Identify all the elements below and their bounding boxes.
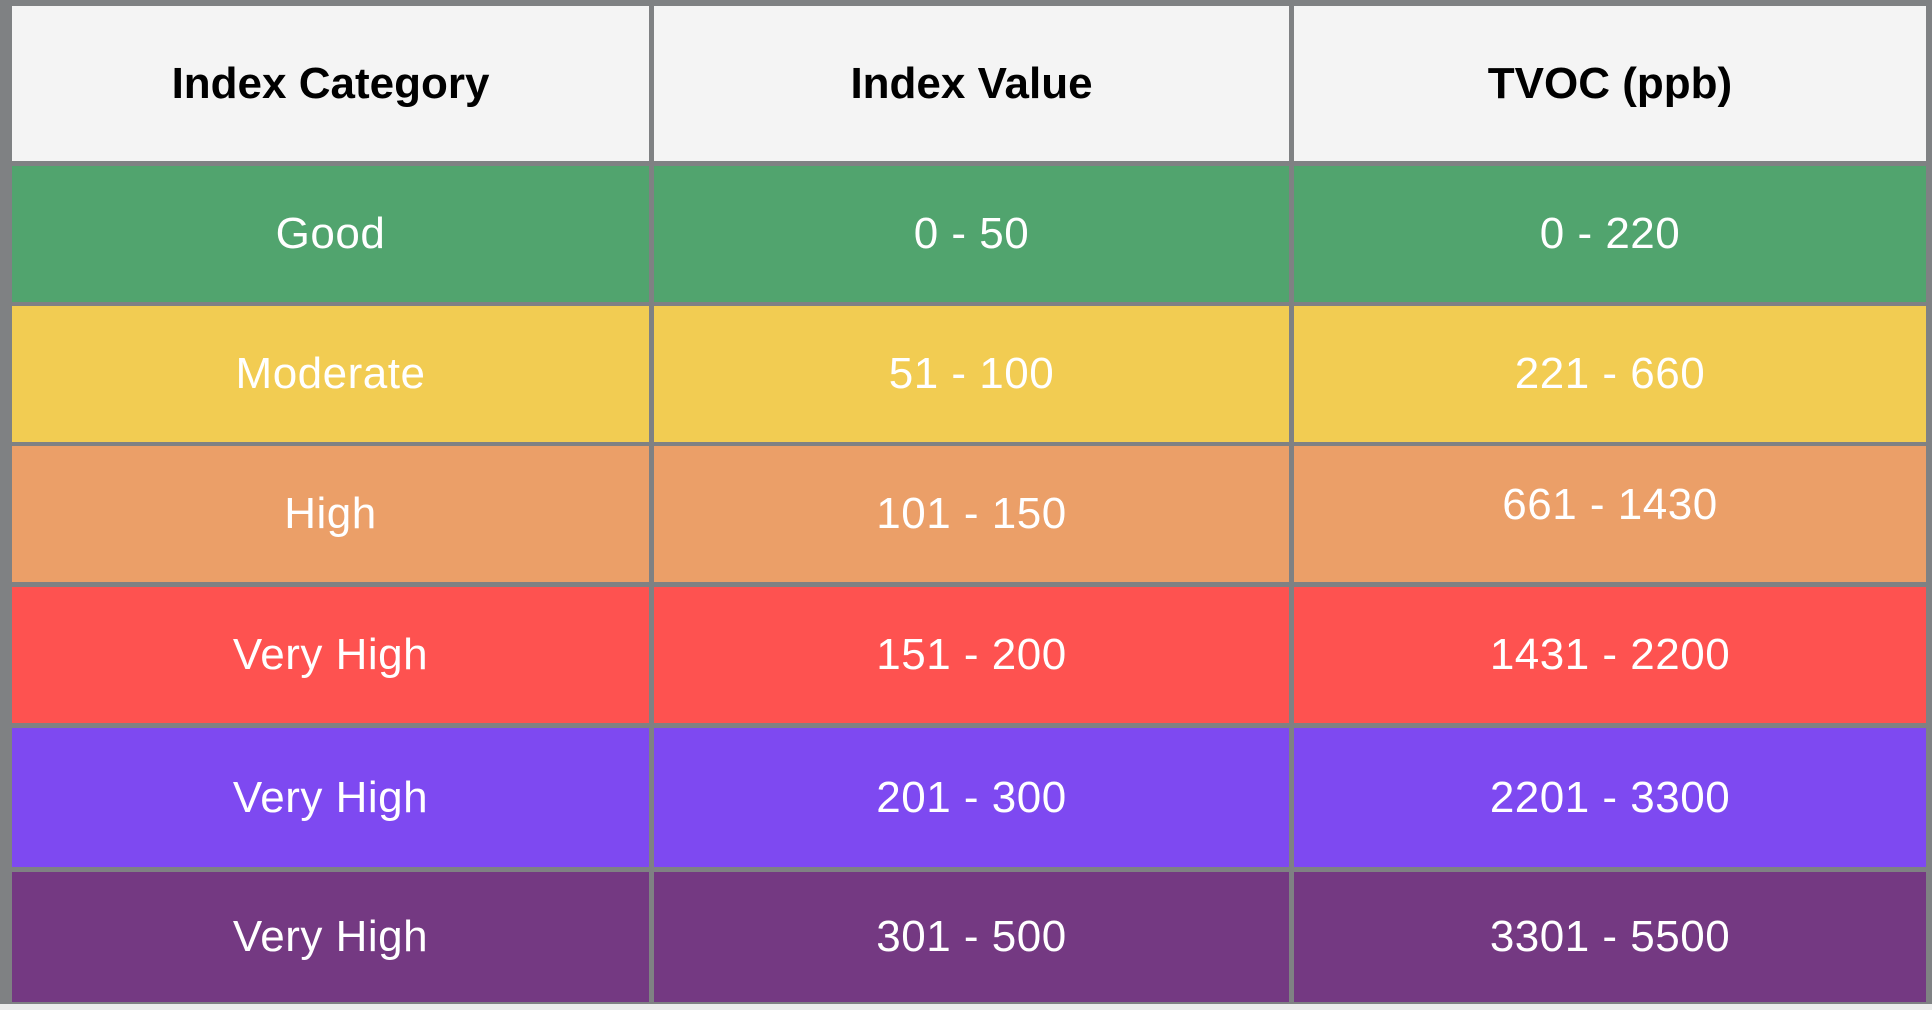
- table-row: Moderate 51 - 100 221 - 660: [12, 306, 1926, 442]
- header-row: Index Category Index Value TVOC (ppb): [12, 6, 1926, 161]
- tvoc-cell: 221 - 660: [1294, 306, 1926, 442]
- table-row: Very High 201 - 300 2201 - 3300: [12, 728, 1926, 867]
- tvoc-cell: 3301 - 5500: [1294, 872, 1926, 1002]
- header-tvoc: TVOC (ppb): [1294, 6, 1926, 161]
- category-cell: Very High: [12, 728, 649, 867]
- index-value-cell: 51 - 100: [654, 306, 1289, 442]
- category-cell: Very High: [12, 587, 649, 723]
- table-row: High 101 - 150 661 - 1430: [12, 446, 1926, 582]
- category-cell: High: [12, 446, 649, 582]
- tvoc-cell: 661 - 1430: [1294, 446, 1926, 582]
- table-row: Very High 151 - 200 1431 - 2200: [12, 587, 1926, 723]
- index-value-cell: 0 - 50: [654, 166, 1289, 302]
- tvoc-index-table: Index Category Index Value TVOC (ppb) Go…: [0, 0, 1932, 1004]
- header-index-value: Index Value: [654, 6, 1289, 161]
- category-cell: Moderate: [12, 306, 649, 442]
- category-cell: Good: [12, 166, 649, 302]
- index-value-cell: 101 - 150: [654, 446, 1289, 582]
- category-cell: Very High: [12, 872, 649, 1002]
- tvoc-cell: 1431 - 2200: [1294, 587, 1926, 723]
- index-value-cell: 201 - 300: [654, 728, 1289, 867]
- index-value-cell: 301 - 500: [654, 872, 1289, 1002]
- table-row: Good 0 - 50 0 - 220: [12, 166, 1926, 302]
- tvoc-cell: 2201 - 3300: [1294, 728, 1926, 867]
- table-row: Very High 301 - 500 3301 - 5500: [12, 872, 1926, 1002]
- index-value-cell: 151 - 200: [654, 587, 1289, 723]
- header-index-category: Index Category: [12, 6, 649, 161]
- tvoc-cell: 0 - 220: [1294, 166, 1926, 302]
